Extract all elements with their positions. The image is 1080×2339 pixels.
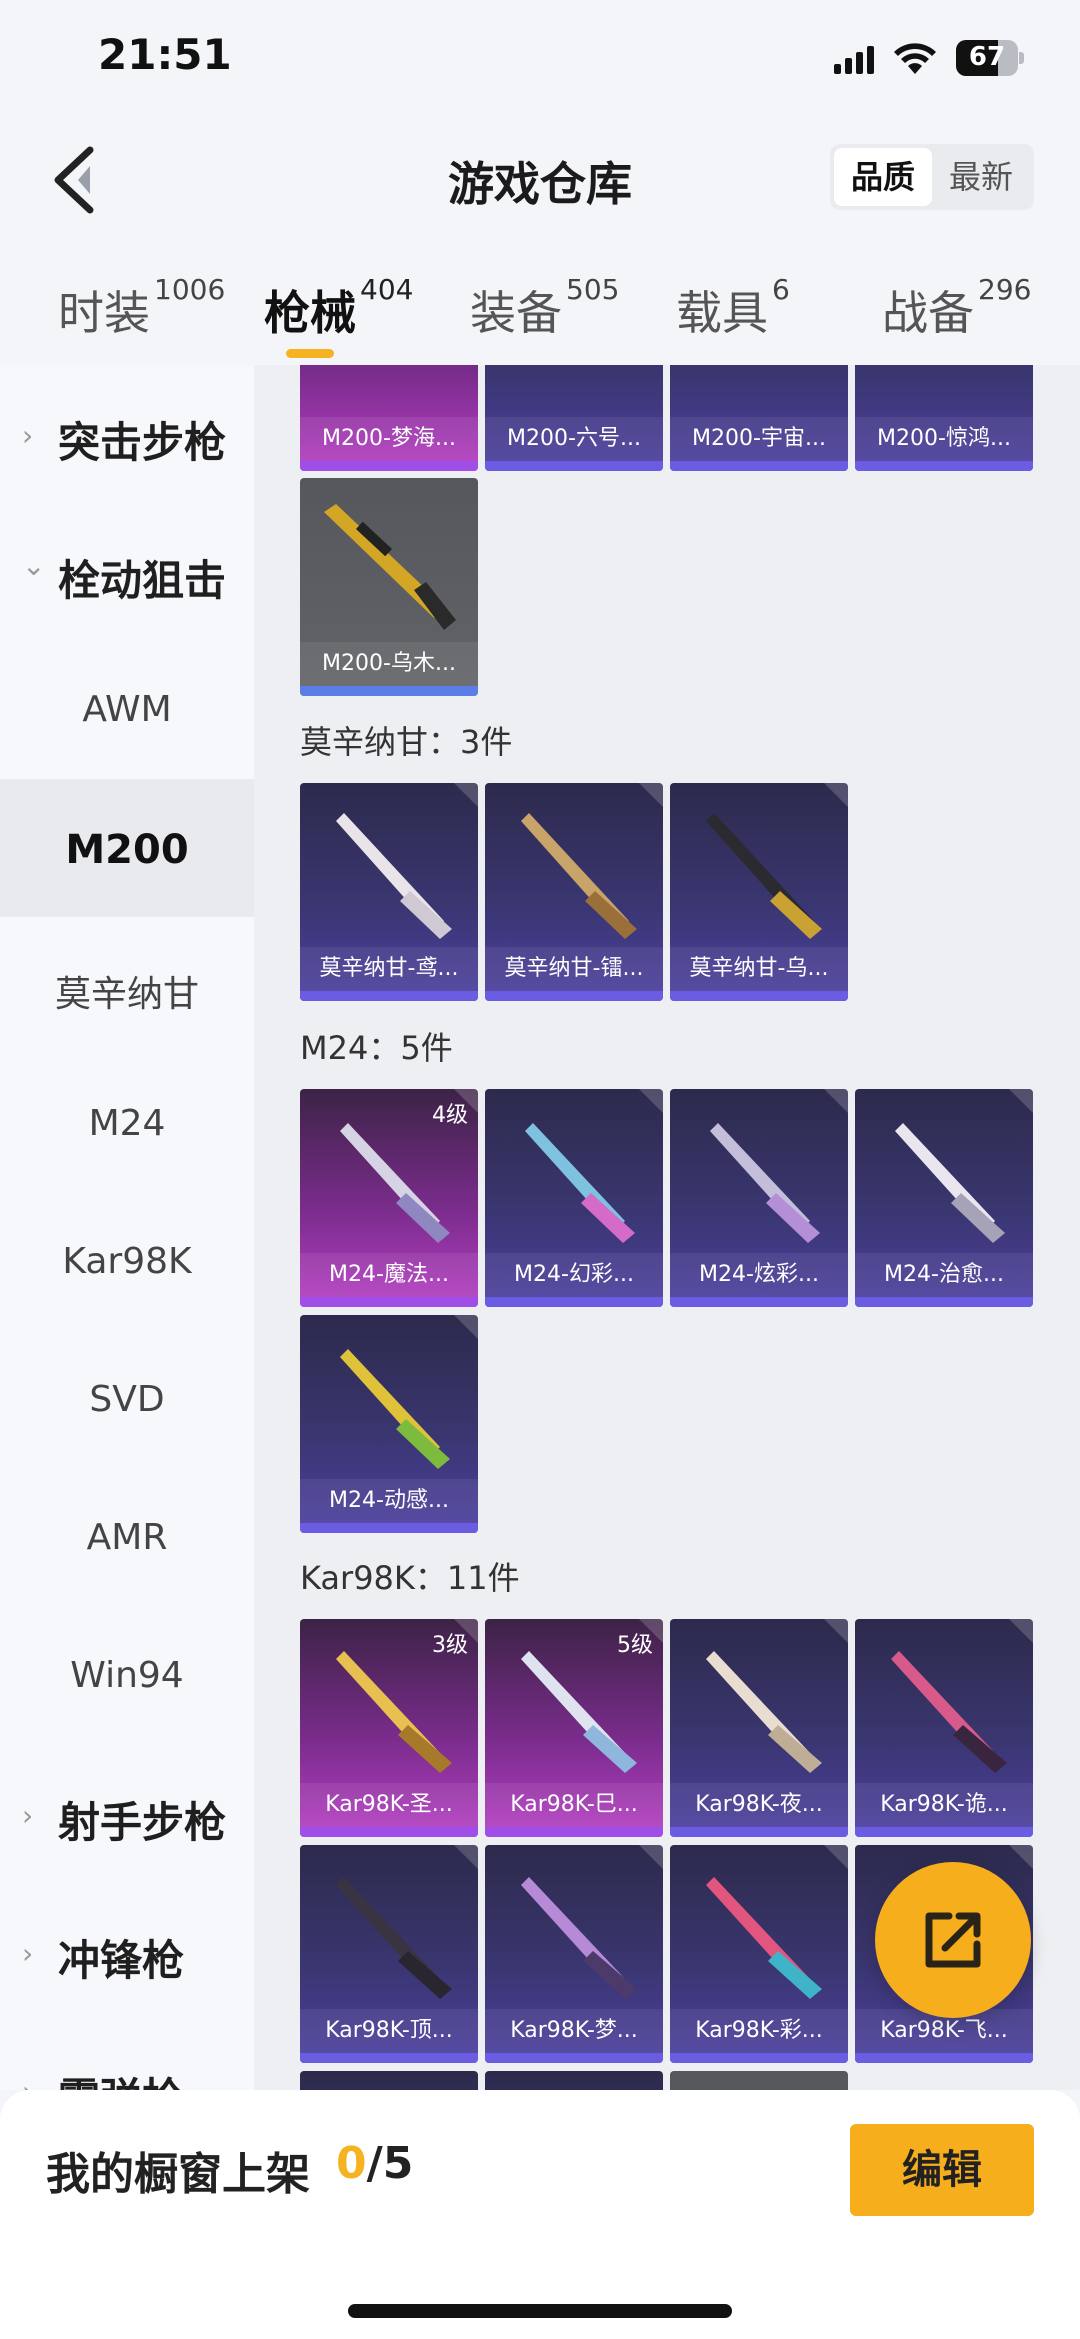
- tab-count: 296: [978, 273, 1032, 306]
- tab-guns[interactable]: 枪械 404: [264, 273, 413, 347]
- rifle-icon: [336, 1651, 452, 1773]
- sort-toggle: 品质 最新: [830, 144, 1034, 210]
- sidebar-item-svd[interactable]: SVD: [0, 1331, 254, 1469]
- sort-quality-button[interactable]: 品质: [834, 148, 932, 206]
- item-card[interactable]: M24-动感...: [300, 1315, 478, 1533]
- sniper-rifle-icon: [324, 504, 456, 630]
- rifle-icon: [706, 1877, 822, 1999]
- back-icon[interactable]: [44, 142, 104, 218]
- battery-icon: 67: [956, 40, 1024, 76]
- rifle-icon: [891, 1651, 1007, 1773]
- item-card[interactable]: 莫辛纳甘-鸢...: [300, 783, 478, 1001]
- showcase-bar: 我的橱窗上架 0/5 编辑: [0, 2090, 1080, 2339]
- rifle-icon: [521, 1877, 637, 1999]
- item-card[interactable]: 5级 Kar98K-巳...: [485, 1619, 663, 1837]
- sidebar-category-marksman-rifle[interactable]: › 射手步枪: [0, 1745, 254, 1883]
- sidebar-item-amr[interactable]: AMR: [0, 1469, 254, 1607]
- status-time: 21:51: [98, 30, 232, 79]
- sidebar-item-m200[interactable]: M200: [0, 779, 254, 917]
- tab-vehicles[interactable]: 载具 6: [676, 273, 790, 347]
- section-title-m24: M24：5件: [300, 1029, 453, 1067]
- item-card[interactable]: M24-治愈...: [855, 1089, 1033, 1307]
- rifle-icon: [336, 1877, 452, 1999]
- edit-button[interactable]: 编辑: [850, 2124, 1034, 2216]
- chevron-right-icon: ›: [22, 419, 34, 452]
- rifle-icon: [710, 1123, 820, 1243]
- sidebar-category-bolt-sniper[interactable]: ⌄ 栓动狙击: [0, 503, 254, 641]
- tab-count: 404: [360, 273, 414, 306]
- tab-outfits[interactable]: 时装 1006: [58, 273, 225, 347]
- battery-percent: 67: [968, 42, 1006, 72]
- showcase-label: 我的橱窗上架: [46, 2149, 310, 2200]
- item-card[interactable]: 莫辛纳甘-乌...: [670, 783, 848, 1001]
- rifle-icon: [706, 1651, 822, 1773]
- rifle-icon: [521, 813, 637, 939]
- status-bar: 21:51 67: [0, 0, 1080, 120]
- sidebar-item-kar98k[interactable]: Kar98K: [0, 1193, 254, 1331]
- sidebar-item-m24[interactable]: M24: [0, 1055, 254, 1193]
- item-card[interactable]: [485, 2071, 663, 2090]
- sidebar-category-smg[interactable]: › 冲锋枪: [0, 1883, 254, 2021]
- sidebar-item-mosin[interactable]: 莫辛纳甘: [0, 917, 254, 1055]
- header: 游戏仓库 品质 最新: [0, 120, 1080, 240]
- page-title: 游戏仓库: [448, 157, 632, 211]
- showcase-count: 0/5: [336, 2138, 414, 2189]
- chevron-right-icon: ›: [22, 2075, 44, 2090]
- item-card[interactable]: M200-宇宙...: [670, 365, 848, 471]
- rifle-icon: [521, 1651, 637, 1773]
- item-card[interactable]: M200-梦海...: [300, 365, 478, 471]
- item-card[interactable]: M200-乌木...: [300, 478, 478, 696]
- item-card[interactable]: Kar98K-诡...: [855, 1619, 1033, 1837]
- share-icon: [925, 1912, 981, 1968]
- section-title-mosin: 莫辛纳甘：3件: [300, 723, 513, 761]
- sort-newest-button[interactable]: 最新: [932, 148, 1030, 206]
- sidebar-category-assault-rifle[interactable]: › 突击步枪: [0, 365, 254, 503]
- rifle-icon: [895, 1123, 1005, 1243]
- home-indicator: [348, 2304, 732, 2318]
- item-card[interactable]: M200-惊鸿...: [855, 365, 1033, 471]
- sidebar-category-shotgun[interactable]: › 霰弹枪: [0, 2021, 254, 2090]
- tab-supplies[interactable]: 战备 296: [882, 273, 1031, 347]
- item-card[interactable]: M24-炫彩...: [670, 1089, 848, 1307]
- wifi-icon: [894, 43, 936, 74]
- item-card[interactable]: 4级 M24-魔法...: [300, 1089, 478, 1307]
- tab-equipment[interactable]: 装备 505: [470, 273, 619, 347]
- section-title-kar98k: Kar98K：11件: [300, 1559, 520, 1597]
- rifle-icon: [706, 813, 822, 939]
- chevron-right-icon: ›: [22, 1799, 34, 1832]
- item-card[interactable]: Kar98K-彩...: [670, 1845, 848, 2063]
- weapon-type-sidebar: › 突击步枪 ⌄ 栓动狙击 AWM M200 莫辛纳甘 M24 Kar98K S…: [0, 365, 254, 2090]
- rifle-icon: [340, 1123, 450, 1243]
- item-card[interactable]: [670, 2071, 848, 2090]
- item-card[interactable]: M200-六号...: [485, 365, 663, 471]
- item-card[interactable]: Kar98K-夜...: [670, 1619, 848, 1837]
- rifle-icon: [340, 1349, 450, 1469]
- item-card[interactable]: 3级 Kar98K-圣...: [300, 1619, 478, 1837]
- cellular-signal-icon: [834, 46, 874, 74]
- chevron-right-icon: ›: [22, 1937, 34, 1970]
- item-card[interactable]: Kar98K-顶...: [300, 1845, 478, 2063]
- rifle-icon: [525, 1123, 635, 1243]
- rifle-icon: [336, 813, 452, 939]
- chevron-down-icon: ⌄: [22, 549, 46, 582]
- share-button[interactable]: [875, 1862, 1031, 2018]
- item-card[interactable]: M24-幻彩...: [485, 1089, 663, 1307]
- item-card[interactable]: [300, 2071, 478, 2090]
- tab-count: 6: [772, 273, 790, 306]
- sidebar-item-win94[interactable]: Win94: [0, 1607, 254, 1745]
- item-card[interactable]: 莫辛纳甘-镭...: [485, 783, 663, 1001]
- category-tabs: 时装 1006 枪械 404 装备 505 载具 6 战备 296: [0, 255, 1080, 365]
- item-card[interactable]: Kar98K-梦...: [485, 1845, 663, 2063]
- item-grid: M200-梦海... M200-六号... M200-宇宙... M200-惊鸿…: [254, 365, 1080, 2090]
- active-tab-indicator: [286, 349, 334, 358]
- sidebar-item-awm[interactable]: AWM: [0, 641, 254, 779]
- tab-count: 1006: [154, 273, 226, 306]
- tab-count: 505: [566, 273, 620, 306]
